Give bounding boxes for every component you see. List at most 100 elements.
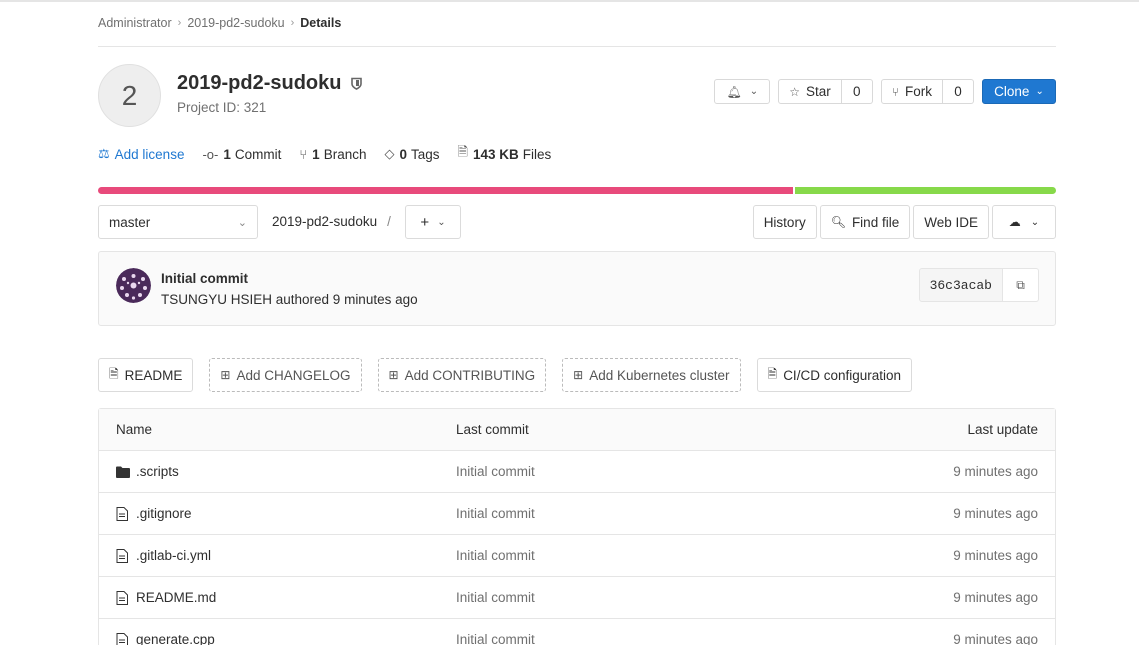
branch-icon: ⑂ — [299, 146, 308, 162]
commit-message-cell[interactable]: Initial commit — [456, 632, 535, 645]
language-segment[interactable] — [794, 187, 1056, 194]
commit-message-cell[interactable]: Initial commit — [456, 590, 535, 605]
branches-link[interactable]: ⑂ 1 Branch — [299, 147, 366, 162]
header-last-update: Last update — [967, 422, 1038, 437]
avatar[interactable] — [116, 268, 151, 303]
file-icon — [116, 506, 134, 521]
cicd-config-button[interactable]: 🗎︎ CI/CD configuration — [756, 358, 912, 392]
quick-links: 🗎︎ README ⊞ Add CHANGELOG ⊞ Add CONTRIBU… — [98, 358, 928, 392]
branches-count: 1 — [312, 146, 320, 162]
tags-link[interactable]: ◇ 0 Tags — [384, 146, 439, 162]
file-icon — [116, 632, 134, 645]
chevron-down-icon: ⌄ — [237, 216, 247, 229]
breadcrumb-item-project[interactable]: 2019-pd2-sudoku — [187, 16, 284, 30]
table-row[interactable]: .gitignore Initial commit 9 minutes ago — [99, 493, 1055, 535]
plus-icon: + — [420, 213, 430, 231]
file-icon: 🗎︎ — [457, 144, 468, 159]
language-bar[interactable] — [98, 187, 1056, 194]
folder-icon — [116, 466, 134, 478]
fork-button[interactable]: ⑂ Fork — [880, 79, 943, 104]
file-table: Name Last commit Last update .scripts In… — [98, 408, 1056, 645]
table-row[interactable]: .gitlab-ci.yml Initial commit 9 minutes … — [99, 535, 1055, 577]
star-count[interactable]: 0 — [841, 79, 873, 104]
commits-link[interactable]: -o- 1 Commit — [202, 147, 281, 162]
updated-cell: 9 minutes ago — [953, 548, 1038, 563]
breadcrumb: Administrator › 2019-pd2-sudoku › Detail… — [98, 16, 341, 30]
file-icon: 🗎︎ — [109, 366, 119, 381]
copy-icon[interactable]: ⧉ — [1003, 268, 1039, 302]
file-name[interactable]: generate.cpp — [136, 632, 215, 645]
file-name-cell[interactable]: .scripts — [116, 464, 179, 479]
add-file-dropdown[interactable]: + ⌄ — [405, 205, 461, 239]
download-dropdown[interactable]: ☁︎ ⌄ — [992, 205, 1056, 239]
commit-sha[interactable]: 36c3acab — [918, 268, 1003, 302]
star-label: Star — [806, 84, 831, 99]
readme-button[interactable]: 🗎︎ README — [98, 358, 194, 392]
commit-message-cell[interactable]: Initial commit — [456, 464, 535, 479]
add-license-link[interactable]: ⚖ Add license — [98, 146, 184, 162]
branch-select[interactable]: master ⌄ — [98, 205, 258, 239]
find-file-label: Find file — [851, 214, 900, 230]
star-group: ☆ Star 0 — [778, 79, 873, 104]
commit-message-cell[interactable]: Initial commit — [456, 506, 535, 521]
chevron-down-icon: ⌄ — [749, 86, 759, 97]
tags-label: Tags — [410, 146, 440, 162]
search-icon: 🔍︎ — [830, 215, 846, 229]
file-name[interactable]: .scripts — [136, 464, 179, 479]
branches-label: Branch — [323, 146, 367, 162]
file-name[interactable]: README.md — [136, 590, 216, 605]
fork-count[interactable]: 0 — [943, 79, 974, 104]
fork-icon: ⑂ — [891, 84, 899, 99]
language-segment[interactable] — [98, 187, 793, 194]
file-name[interactable]: .gitlab-ci.yml — [136, 548, 211, 563]
file-icon: 🗎︎ — [767, 366, 778, 381]
header-last-commit: Last commit — [456, 422, 529, 437]
plus-square-icon: ⊞ — [573, 368, 584, 382]
file-name-cell[interactable]: README.md — [116, 590, 216, 605]
file-name-cell[interactable]: .gitlab-ci.yml — [116, 548, 211, 563]
updated-cell: 9 minutes ago — [953, 506, 1038, 521]
notification-dropdown[interactable]: 🔔︎ ⌄ — [714, 79, 771, 104]
files-label: Files — [522, 146, 552, 162]
history-button[interactable]: History — [752, 205, 817, 239]
table-row[interactable]: generate.cpp Initial commit 9 minutes ag… — [99, 619, 1055, 645]
download-icon: ☁︎ — [1008, 215, 1021, 229]
commit-sha-group: 36c3acab ⧉ — [918, 268, 1039, 302]
header-name: Name — [116, 422, 153, 437]
top-border — [0, 0, 1139, 2]
chevron-down-icon: ⌄ — [1035, 86, 1044, 97]
chevron-right-icon: › — [290, 17, 295, 29]
file-name-cell[interactable]: .gitignore — [116, 506, 192, 521]
chevron-down-icon: ⌄ — [437, 216, 446, 228]
repo-path-root[interactable]: 2019-pd2-sudoku — [272, 214, 377, 229]
cicd-config-label: CI/CD configuration — [783, 367, 901, 383]
breadcrumb-current[interactable]: Details — [300, 16, 341, 30]
file-name[interactable]: .gitignore — [136, 506, 192, 521]
add-contributing-button[interactable]: ⊞ Add CONTRIBUTING — [377, 358, 547, 392]
add-kubernetes-label: Add Kubernetes cluster — [589, 367, 730, 383]
find-file-button[interactable]: 🔍︎ Find file — [819, 205, 911, 239]
chevron-right-icon: › — [177, 17, 182, 29]
add-kubernetes-button[interactable]: ⊞ Add Kubernetes cluster — [562, 358, 741, 392]
table-row[interactable]: README.md Initial commit 9 minutes ago — [99, 577, 1055, 619]
fork-group: ⑂ Fork 0 — [880, 79, 974, 104]
add-changelog-button[interactable]: ⊞ Add CHANGELOG — [209, 358, 362, 392]
chevron-down-icon: ⌄ — [1030, 216, 1040, 228]
add-contributing-label: Add CONTRIBUTING — [404, 367, 536, 383]
files-link[interactable]: 🗎︎ 143 KB Files — [458, 143, 552, 165]
web-ide-button[interactable]: Web IDE — [913, 205, 989, 239]
project-name: 2019-pd2-sudoku — [177, 72, 342, 94]
commits-count: 1 — [223, 146, 231, 162]
commit-message-cell[interactable]: Initial commit — [456, 548, 535, 563]
repo-path: 2019-pd2-sudoku / — [272, 214, 391, 229]
table-row[interactable]: .scripts Initial commit 9 minutes ago — [99, 451, 1055, 493]
tag-icon: ◇ — [384, 146, 395, 161]
tree-actions: History 🔍︎ Find file Web IDE ☁︎ ⌄ — [750, 205, 1056, 239]
clone-button[interactable]: Clone ⌄ — [982, 79, 1056, 104]
commit-title[interactable]: Initial commit — [161, 271, 248, 286]
star-button[interactable]: ☆ Star — [778, 79, 842, 104]
updated-cell: 9 minutes ago — [953, 590, 1038, 605]
file-name-cell[interactable]: generate.cpp — [116, 632, 215, 645]
plus-square-icon: ⊞ — [220, 368, 231, 382]
breadcrumb-item-administrator[interactable]: Administrator — [98, 16, 172, 30]
